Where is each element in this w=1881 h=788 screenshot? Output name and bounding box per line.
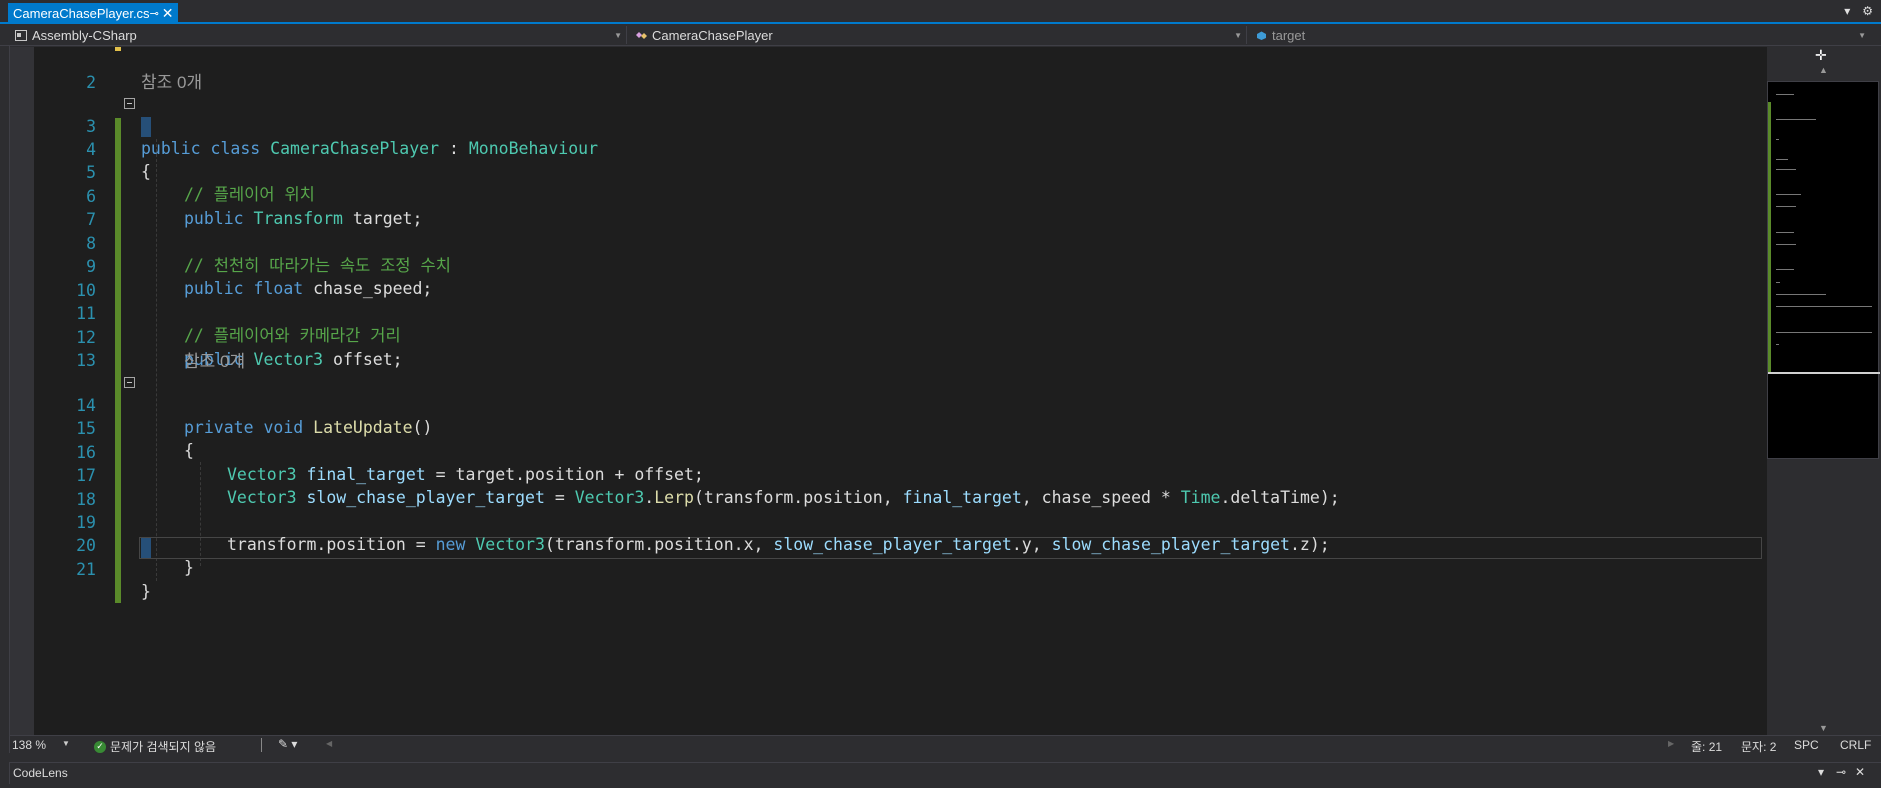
divider <box>261 738 262 752</box>
minimap-line <box>1776 306 1872 307</box>
code-line: 15 { <box>10 396 1767 460</box>
minimap-line <box>1776 282 1780 283</box>
check-circle-icon: ✓ <box>94 740 106 753</box>
code-line: 6 public Transform target; <box>10 164 1767 228</box>
tab-list-dropdown-icon[interactable]: ▾ <box>1844 4 1850 18</box>
scroll-down-icon[interactable]: ▼ <box>1819 723 1828 733</box>
minimap-line <box>1776 194 1801 195</box>
panel-splitter[interactable] <box>0 753 1881 762</box>
tab-camerachaseplayer[interactable]: CameraChasePlayer.cs ⊸ ✕ <box>8 3 178 24</box>
whitespace-indicator[interactable]: SPC <box>1794 738 1819 752</box>
panel-title: CodeLens <box>13 766 68 780</box>
minimap-line <box>1776 332 1872 333</box>
line-ending-indicator[interactable]: CRLF <box>1840 738 1871 752</box>
minimap-line <box>1776 139 1779 140</box>
code-line: 13 <box>10 328 1767 370</box>
minimap-line <box>1776 119 1816 120</box>
minimap-line <box>1776 269 1794 270</box>
code-line: 2 <box>10 50 1767 92</box>
project-dropdown[interactable]: Assembly-CSharp ▼ <box>10 26 627 44</box>
minimap-line <box>1776 244 1796 245</box>
minimap-line <box>1776 232 1794 233</box>
minimap-line <box>1776 159 1788 160</box>
code-cleanup-icon[interactable]: ✎ ▾ <box>278 737 297 751</box>
member-dropdown[interactable]: target ▼ <box>1250 26 1870 44</box>
line-number: 21 <box>76 560 96 579</box>
chevron-down-icon[interactable]: ▼ <box>62 739 70 748</box>
map-scrollbar[interactable]: ✛ ▲ ▼ <box>1767 47 1881 735</box>
minimap-line <box>1776 206 1796 207</box>
minimap-line <box>1776 94 1794 95</box>
close-icon[interactable]: ✕ <box>162 5 174 22</box>
code-line: 10 <box>10 258 1767 300</box>
type-label: CameraChasePlayer <box>652 27 773 43</box>
line-number: 13 <box>76 351 96 370</box>
field-icon <box>1254 29 1268 41</box>
code-line: 18 <box>10 467 1767 509</box>
code-line: 19 transform.position = new Vector3(tran… <box>10 490 1767 554</box>
tab-title: CameraChasePlayer.cs <box>13 6 150 21</box>
scroll-left-icon[interactable]: ◀ <box>326 739 332 748</box>
chevron-down-icon: ▼ <box>614 30 622 40</box>
code-editor[interactable]: 2 참조 0개 3 public class CameraChasePlayer… <box>10 47 1767 735</box>
codelens-panel-header: CodeLens ▾ ⊸ ✕ <box>10 762 1881 782</box>
member-label: target <box>1272 27 1306 43</box>
type-dropdown[interactable]: CameraChasePlayer ▼ <box>630 26 1247 44</box>
code-line: 5 // 플레이어 위치 <box>10 140 1767 204</box>
code-minimap[interactable] <box>1767 81 1880 459</box>
close-brace: } <box>141 582 151 601</box>
change-marker <box>1768 102 1771 372</box>
line-number: 2 <box>86 73 96 92</box>
code-line: 16 Vector3 final_target = target.positio… <box>10 420 1767 484</box>
chevron-down-icon: ▼ <box>1858 30 1866 40</box>
scroll-up-icon[interactable]: ▲ <box>1819 65 1828 75</box>
code-line: 3 public class CameraChasePlayer : MonoB… <box>10 94 1767 158</box>
minimap-viewport[interactable] <box>1768 372 1880 374</box>
code-line: 11 // 플레이어와 카메라간 거리 <box>10 281 1767 345</box>
chevron-down-icon[interactable]: ▾ <box>1818 765 1824 779</box>
code-line: 20 } <box>10 513 1767 577</box>
scroll-right-icon[interactable]: ▶ <box>1668 739 1674 748</box>
zoom-level[interactable]: 138 % <box>12 738 46 752</box>
editor-status-bar: 138 % ▼ ✓ 문제가 검색되지 않음 ✎ ▾ ◀ ▶ 줄: 21 문자: … <box>10 735 1881 754</box>
pin-icon[interactable]: ⊸ <box>150 7 159 20</box>
split-icon[interactable]: ✛ <box>1815 47 1827 64</box>
gear-icon[interactable]: ⚙ <box>1862 4 1873 18</box>
chevron-down-icon: ▼ <box>1234 30 1242 40</box>
class-icon <box>634 29 648 41</box>
code-line: 9 public float chase_speed; <box>10 234 1767 298</box>
code-line: 21 } <box>10 537 1767 601</box>
document-tab-strip: CameraChasePlayer.cs ⊸ ✕ ▾ ⚙ <box>0 0 1881 24</box>
close-icon[interactable]: ✕ <box>1855 765 1865 779</box>
code-line: 7 <box>10 187 1767 229</box>
navigation-bar: Assembly-CSharp ▼ CameraChasePlayer ▼ ta… <box>0 24 1881 46</box>
project-icon <box>14 29 28 41</box>
code-line: 4 { <box>10 117 1767 181</box>
project-label: Assembly-CSharp <box>32 27 137 43</box>
minimap-line <box>1776 294 1826 295</box>
code-line: 8 // 천천히 따라가는 속도 조정 수치 <box>10 211 1767 275</box>
code-line: 12 public Vector3 offset; <box>10 305 1767 369</box>
minimap-line <box>1776 169 1796 170</box>
pin-icon[interactable]: ⊸ <box>1836 765 1846 779</box>
codelens-references[interactable]: 참조 0개 <box>184 351 245 373</box>
code-line: 14 private void LateUpdate() <box>10 373 1767 437</box>
tab-strip-controls: ▾ ⚙ <box>1844 4 1873 18</box>
left-rail <box>0 24 10 784</box>
minimap-line <box>1776 344 1779 345</box>
code-line: 17 Vector3 slow_chase_player_target = Ve… <box>10 443 1767 507</box>
codelens-references[interactable]: 참조 0개 <box>141 72 202 94</box>
